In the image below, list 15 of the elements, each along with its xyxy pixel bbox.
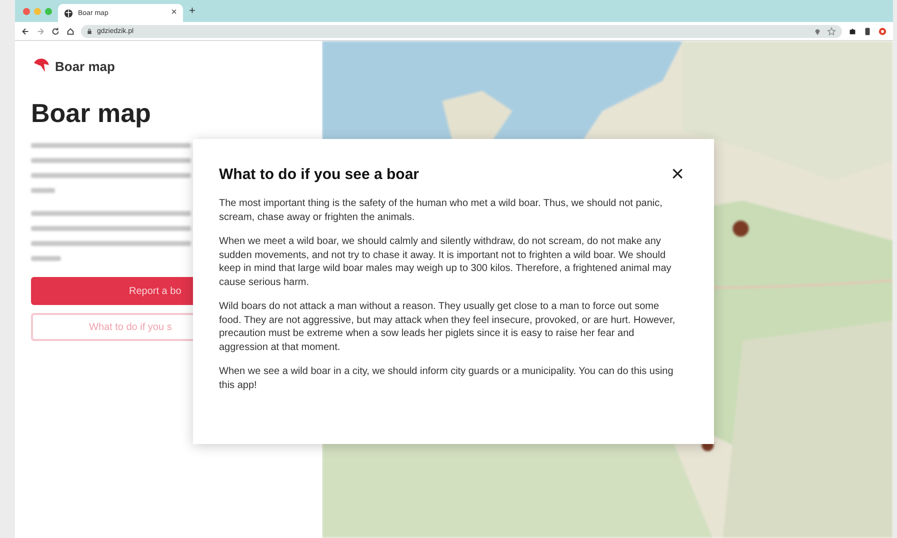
dialog-title: What to do if you see a boar — [219, 166, 420, 182]
lock-icon — [87, 28, 92, 34]
reload-icon[interactable] — [51, 26, 60, 36]
dialog-paragraph: The most important thing is the safety of the human who met a wild boar. Thus, we should not panic, scream, chase away or frighten the animals. — [219, 197, 664, 224]
close-icon[interactable]: × — [171, 8, 177, 18]
new-tab-button[interactable]: + — [189, 6, 196, 16]
location-pin-icon[interactable] — [813, 26, 822, 36]
dialog-paragraph: When we see a wild boar in a city, we should inform city guards or a municipality. You can do this using this app! — [219, 365, 674, 392]
logo-text: Boar map — [55, 58, 115, 74]
extension-icon[interactable] — [878, 26, 887, 36]
page-heading: Boar map — [31, 98, 152, 129]
star-icon[interactable] — [827, 26, 836, 36]
home-icon[interactable] — [66, 26, 75, 36]
back-icon[interactable] — [21, 26, 30, 36]
close-button[interactable]: × — [667, 163, 688, 185]
